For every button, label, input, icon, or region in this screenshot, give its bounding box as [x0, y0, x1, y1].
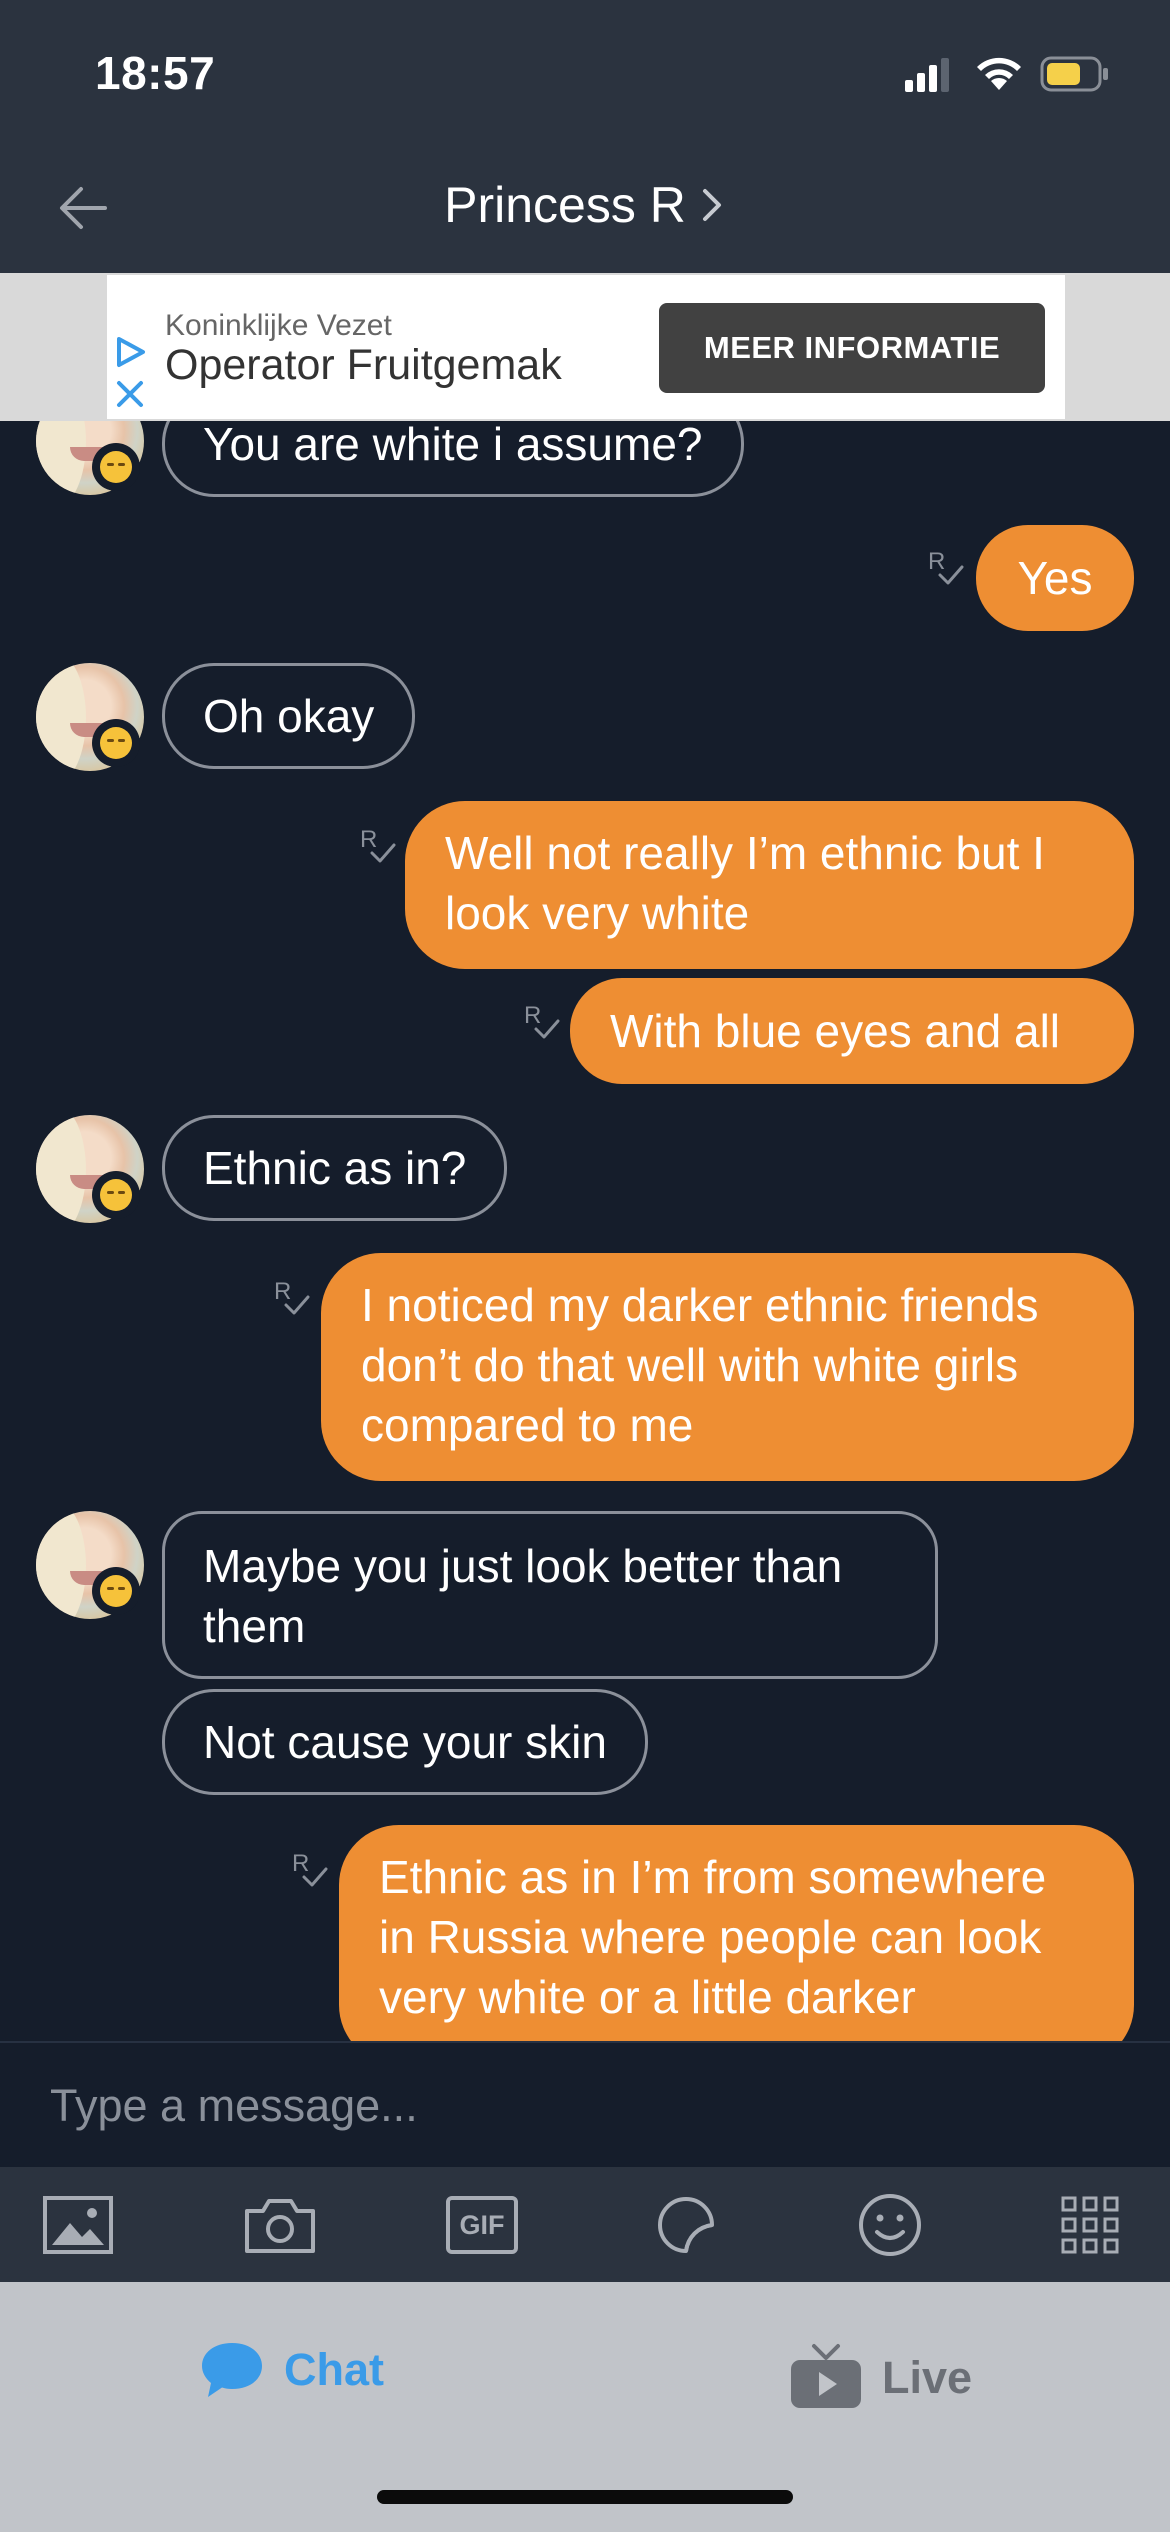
chat-title: Princess R [444, 177, 686, 233]
ad-close-icon[interactable] [115, 379, 145, 409]
tab-live-label: Live [882, 2352, 973, 2403]
read-receipt-icon: R [524, 1002, 560, 1039]
ad-box[interactable]: Koninklijke Vezet Operator Fruitgemak ME… [107, 275, 1065, 419]
ad-banner: Koninklijke Vezet Operator Fruitgemak ME… [0, 273, 1170, 421]
image-icon [43, 2196, 113, 2254]
grid-icon [1061, 2196, 1119, 2254]
composer-toolbar: GIF [0, 2167, 1170, 2282]
message-list[interactable]: You are white i assume? R Yes Oh okay R … [0, 421, 1170, 2041]
message-bubble-outgoing[interactable]: I noticed my darker ethnic friends don’t… [321, 1253, 1134, 1481]
ad-cta-button[interactable]: MEER INFORMATIE [659, 303, 1045, 393]
emoji-button[interactable] [852, 2193, 928, 2257]
chat-bubble-icon [202, 2343, 262, 2397]
message-composer [0, 2041, 1170, 2167]
read-receipt-label: R [524, 1002, 541, 1029]
tab-live[interactable]: Live [788, 2338, 972, 2418]
mood-badge [92, 719, 140, 767]
message-bubble-incoming[interactable]: Maybe you just look better than them [162, 1511, 938, 1679]
message-bubble-incoming[interactable]: You are white i assume? [162, 421, 744, 497]
mood-badge [92, 1171, 140, 1219]
mood-badge [92, 443, 140, 491]
bottom-tab-bar: Chat Live [0, 2282, 1170, 2532]
message-bubble-incoming[interactable]: Ethnic as in? [162, 1115, 508, 1221]
mood-badge [92, 1567, 140, 1615]
more-apps-button[interactable] [1052, 2193, 1128, 2257]
sticker-icon [658, 2197, 714, 2253]
read-receipt-icon: R [360, 826, 396, 863]
gif-icon: GIF [446, 2196, 518, 2254]
image-button[interactable] [40, 2193, 116, 2257]
chevron-right-icon [702, 189, 721, 221]
ad-choices-icon[interactable] [113, 335, 147, 369]
message-bubble-outgoing[interactable]: Well not really I’m ethnic but I look ve… [405, 801, 1134, 969]
read-receipt-label: R [360, 826, 377, 853]
camera-button[interactable] [242, 2193, 318, 2257]
read-receipt-label: R [292, 1850, 309, 1877]
status-time: 18:57 [95, 47, 216, 99]
battery-icon [1040, 56, 1108, 92]
read-receipt-icon: R [292, 1850, 328, 1887]
read-receipt-label: R [274, 1278, 291, 1305]
message-bubble-outgoing[interactable]: Ethnic as in I’m from somewhere in Russi… [339, 1825, 1134, 2041]
chat-title-button[interactable]: Princess R [0, 176, 1170, 234]
cellular-signal-icon [905, 58, 949, 92]
read-receipt-icon: R [928, 548, 964, 585]
sleepy-face-icon [100, 1575, 132, 1607]
sticker-button[interactable] [648, 2193, 724, 2257]
camera-icon [245, 2199, 315, 2253]
message-bubble-incoming[interactable]: Oh okay [162, 663, 416, 769]
tab-chat-label: Chat [284, 2344, 384, 2395]
sleepy-face-icon [100, 451, 132, 483]
home-indicator [377, 2490, 793, 2504]
chat-header: 18:57 Princess R [0, 0, 1170, 273]
message-input[interactable] [50, 2069, 1120, 2143]
read-receipt-icon: R [274, 1278, 310, 1315]
sleepy-face-icon [100, 727, 132, 759]
message-bubble-outgoing[interactable]: Yes [976, 525, 1134, 631]
message-bubble-incoming[interactable]: Not cause your skin [162, 1689, 648, 1795]
emoji-icon [859, 2194, 921, 2256]
read-receipt-label: R [928, 548, 945, 575]
wifi-icon [977, 57, 1021, 90]
tab-chat[interactable]: Chat [198, 2330, 384, 2410]
ad-title: Operator Fruitgemak [165, 341, 562, 389]
tv-icon [791, 2344, 861, 2408]
ad-advertiser: Koninklijke Vezet [165, 309, 392, 342]
sleepy-face-icon [100, 1179, 132, 1211]
message-bubble-outgoing[interactable]: With blue eyes and all [570, 978, 1134, 1084]
gif-button[interactable]: GIF [444, 2193, 520, 2257]
